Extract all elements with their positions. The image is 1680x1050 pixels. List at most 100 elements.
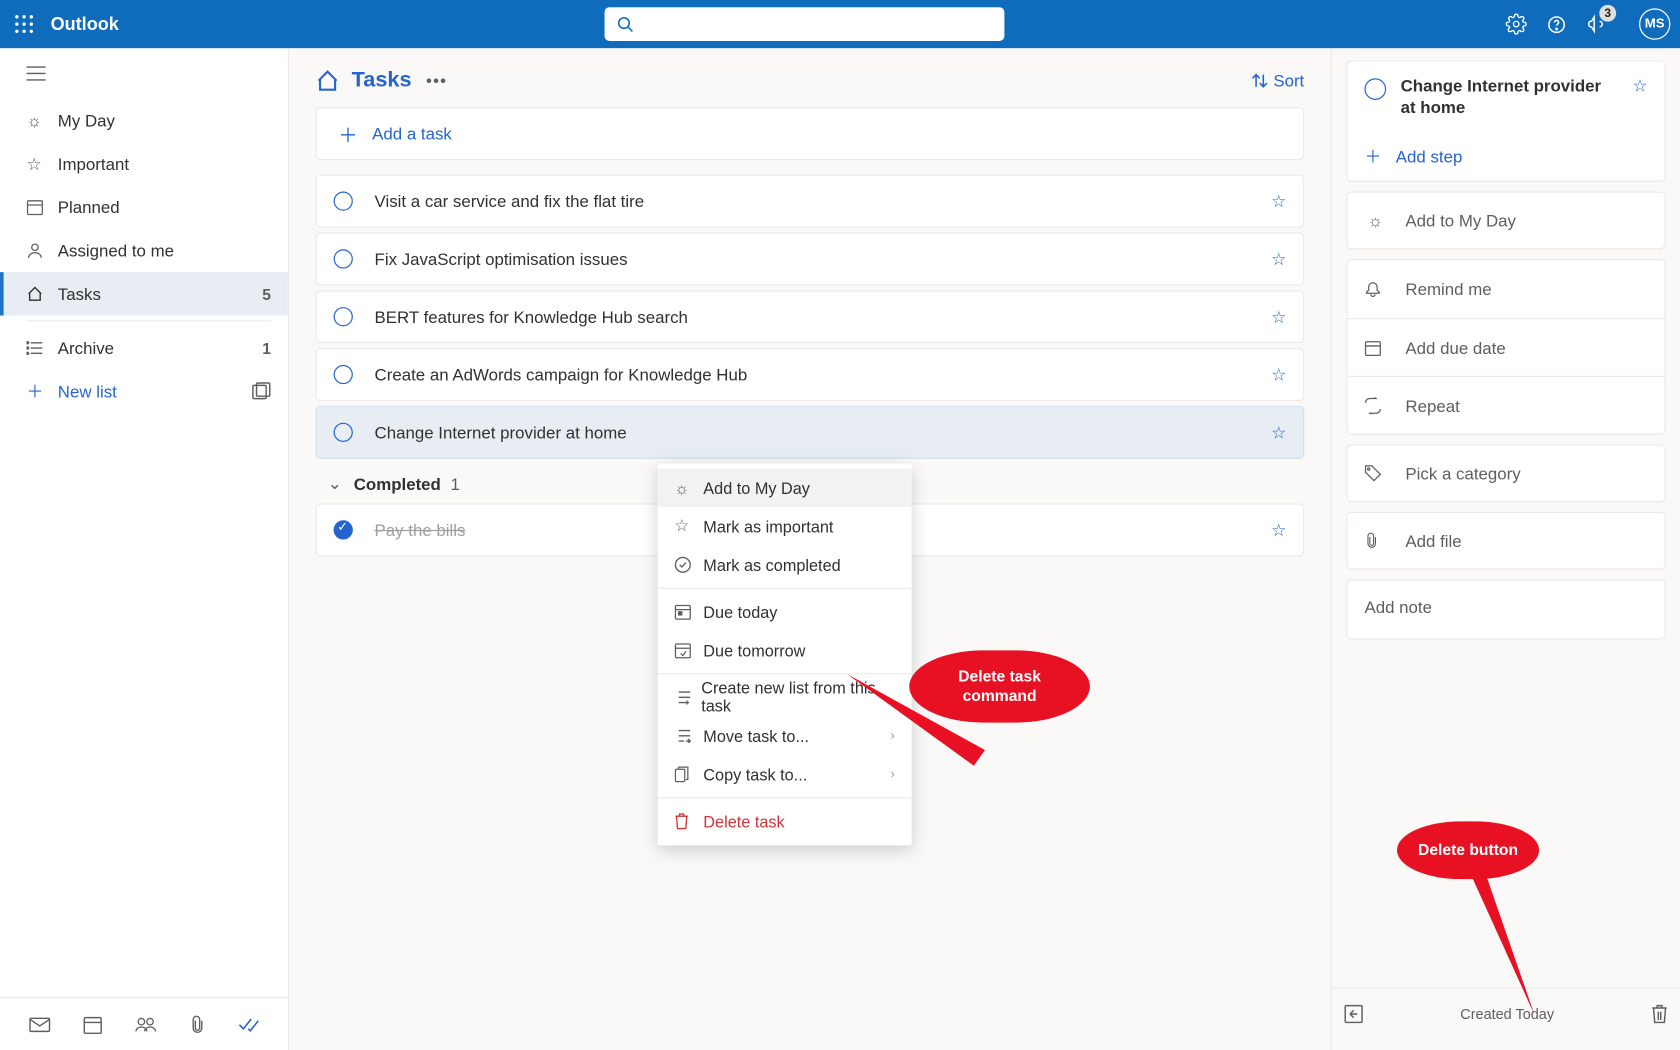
todo-icon[interactable]: [238, 1017, 260, 1031]
complete-circle[interactable]: [1364, 78, 1386, 100]
new-list-button[interactable]: ＋New list: [0, 370, 288, 413]
list-header: Tasks ••• Sort: [316, 67, 1305, 92]
star-icon[interactable]: ☆: [1271, 520, 1286, 540]
ctx-delete-task[interactable]: Delete task: [658, 802, 912, 841]
avatar[interactable]: MS: [1639, 8, 1670, 39]
add-step-button[interactable]: ＋Add step: [1348, 132, 1665, 180]
person-icon: [26, 242, 57, 259]
task-row[interactable]: Change Internet provider at home☆: [316, 406, 1305, 459]
repeat-button[interactable]: Repeat: [1348, 376, 1665, 434]
hamburger-button[interactable]: [0, 48, 288, 99]
tag-icon: [1364, 465, 1386, 482]
sun-icon: ☼: [1364, 211, 1386, 230]
ctx-mark-important[interactable]: ☆Mark as important: [658, 507, 912, 546]
add-to-my-day-button[interactable]: ☼Add to My Day: [1346, 191, 1665, 249]
sun-icon: ☼: [674, 479, 703, 497]
home-icon: [26, 285, 57, 302]
app-switcher: [0, 997, 288, 1050]
annotation-callout: Delete button: [1397, 821, 1539, 879]
megaphone-button[interactable]: 3: [1586, 13, 1608, 35]
mail-icon[interactable]: [28, 1016, 50, 1033]
due-date-button[interactable]: Add due date: [1348, 318, 1665, 376]
sidebar-item-label: Assigned to me: [58, 241, 174, 260]
task-row[interactable]: Fix JavaScript optimisation issues☆: [316, 232, 1305, 285]
bell-icon: [1364, 281, 1386, 298]
ctx-copy-task[interactable]: Copy task to...›: [658, 755, 912, 794]
attach-icon[interactable]: [188, 1015, 205, 1034]
add-task-input[interactable]: ＋Add a task: [316, 107, 1305, 160]
task-row[interactable]: Create an AdWords campaign for Knowledge…: [316, 348, 1305, 401]
note-input[interactable]: Add note: [1346, 579, 1665, 639]
complete-circle[interactable]: [334, 423, 353, 442]
more-button[interactable]: •••: [426, 70, 447, 89]
sidebar: ☼My Day ☆Important Planned Assigned to m…: [0, 48, 289, 1050]
calendar-today-icon: [674, 603, 703, 620]
task-count: 5: [262, 285, 271, 303]
people-icon[interactable]: [134, 1016, 156, 1033]
home-icon: [316, 68, 340, 92]
annotation-callout: Delete taskcommand: [909, 650, 1090, 722]
context-menu: ☼Add to My Day ☆Mark as important Mark a…: [658, 464, 912, 846]
sidebar-item-label: My Day: [58, 111, 115, 130]
calendar-icon[interactable]: [82, 1015, 101, 1034]
sidebar-item-my-day[interactable]: ☼My Day: [0, 99, 288, 142]
plus-icon: ＋: [26, 379, 57, 403]
sidebar-item-label: Tasks: [58, 284, 101, 303]
ctx-mark-completed[interactable]: Mark as completed: [658, 546, 912, 585]
complete-circle[interactable]: [334, 191, 353, 210]
complete-circle[interactable]: [334, 520, 353, 539]
sidebar-item-planned[interactable]: Planned: [0, 185, 288, 228]
star-icon[interactable]: ☆: [1271, 249, 1286, 269]
remind-me-button[interactable]: Remind me: [1348, 260, 1665, 318]
star-icon[interactable]: ☆: [1271, 364, 1286, 384]
help-button[interactable]: [1546, 14, 1566, 34]
complete-circle[interactable]: [334, 307, 353, 326]
star-icon[interactable]: ☆: [1271, 422, 1286, 442]
attach-icon: [1364, 532, 1386, 549]
complete-circle[interactable]: [334, 249, 353, 268]
new-group-icon[interactable]: [252, 382, 271, 401]
sidebar-item-label: Archive: [58, 338, 114, 357]
chevron-right-icon: ›: [890, 729, 894, 743]
ctx-add-my-day[interactable]: ☼Add to My Day: [658, 468, 912, 507]
created-label: Created Today: [1460, 1005, 1554, 1022]
calendar-icon: [1364, 339, 1386, 356]
notification-badge: 3: [1599, 5, 1616, 22]
repeat-icon: [1364, 397, 1386, 414]
star-icon[interactable]: ☆: [1632, 76, 1647, 96]
ctx-due-tomorrow[interactable]: Due tomorrow: [658, 631, 912, 670]
settings-button[interactable]: [1505, 13, 1527, 35]
sidebar-item-important[interactable]: ☆Important: [0, 142, 288, 185]
detail-title: Change Internet provider at home ☆: [1348, 61, 1665, 132]
chevron-down-icon: ⌄: [328, 473, 342, 493]
sidebar-item-tasks[interactable]: Tasks 5: [0, 272, 288, 315]
list-arrow-icon: [674, 729, 703, 743]
app-launcher-button[interactable]: [0, 14, 48, 33]
category-button[interactable]: Pick a category: [1346, 444, 1665, 502]
complete-circle[interactable]: [334, 365, 353, 384]
ctx-due-today[interactable]: Due today: [658, 593, 912, 632]
star-icon: ☆: [26, 154, 57, 174]
app-header: Outlook 3 MS: [0, 0, 1680, 48]
new-list-label: New list: [58, 382, 117, 401]
star-icon[interactable]: ☆: [1271, 191, 1286, 211]
archive-count: 1: [262, 339, 271, 357]
calendar-tomorrow-icon: [674, 642, 703, 659]
delete-task-button[interactable]: [1644, 997, 1675, 1031]
page-title: Tasks: [352, 67, 412, 92]
task-row[interactable]: Visit a car service and fix the flat tir…: [316, 175, 1305, 228]
details-footer: Created Today: [1332, 988, 1680, 1039]
app-name: Outlook: [51, 14, 119, 34]
add-file-button[interactable]: Add file: [1346, 512, 1665, 570]
sidebar-item-assigned[interactable]: Assigned to me: [0, 229, 288, 272]
sidebar-item-archive[interactable]: Archive 1: [0, 326, 288, 369]
sort-button[interactable]: Sort: [1252, 70, 1305, 89]
list-icon: [26, 340, 57, 357]
star-icon[interactable]: ☆: [1271, 306, 1286, 326]
search-box[interactable]: [605, 7, 1005, 41]
sidebar-item-label: Important: [58, 154, 129, 173]
task-row[interactable]: BERT features for Knowledge Hub search☆: [316, 290, 1305, 343]
ctx-move-task[interactable]: Move task to...›: [658, 717, 912, 756]
chevron-right-icon: ›: [890, 767, 894, 781]
collapse-details-button[interactable]: [1337, 997, 1371, 1031]
